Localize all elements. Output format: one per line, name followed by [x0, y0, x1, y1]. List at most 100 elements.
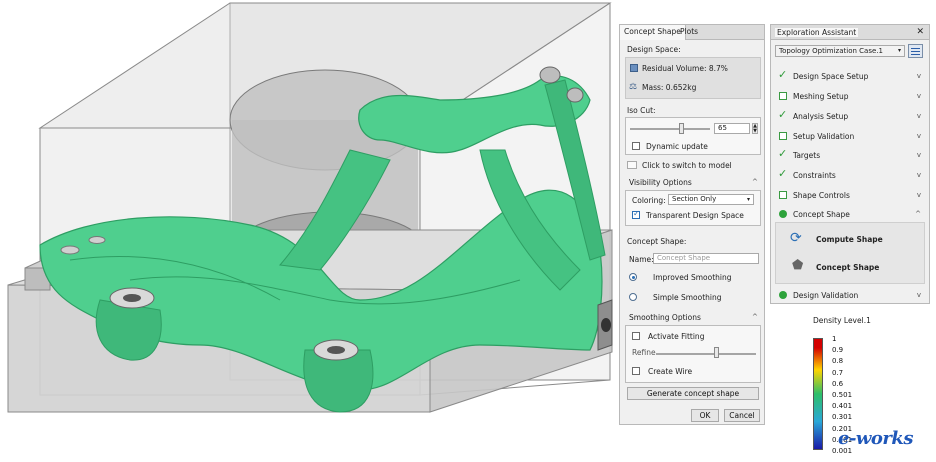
step-constraints[interactable]: ✓ Constraints v [775, 167, 925, 183]
model-viewport[interactable] [0, 0, 616, 462]
step-label: Design Validation [793, 291, 859, 300]
smoothing-options-group: Activate Fitting Refine Create Wire [625, 325, 761, 383]
generate-concept-shape-button[interactable]: Generate concept shape [627, 387, 759, 400]
chevron-down-icon[interactable]: v [917, 92, 921, 100]
coloring-value: Section Only [672, 195, 717, 203]
iso-cut-track [630, 128, 710, 130]
improved-smoothing-label: Improved Smoothing [653, 273, 732, 282]
simple-smoothing-radio[interactable] [629, 293, 637, 301]
chevron-up-icon[interactable]: ^ [752, 313, 758, 321]
dynamic-update-checkbox[interactable] [632, 142, 640, 150]
step-shape-controls[interactable]: Shape Controls v [775, 187, 925, 203]
activate-fitting-label: Activate Fitting [648, 332, 705, 341]
residual-volume: Residual Volume: 8.7% [642, 64, 728, 73]
check-icon: ✓ [778, 68, 788, 81]
step-label: Setup Validation [793, 132, 855, 141]
chevron-down-icon[interactable]: v [917, 72, 921, 80]
name-label: Name: [629, 255, 654, 264]
visibility-options-header[interactable]: Visibility Options [629, 178, 692, 187]
step-concept-shape[interactable]: Concept Shape ^ [775, 206, 925, 222]
case-select-value: Topology Optimization Case.1 [779, 47, 883, 55]
coloring-select[interactable]: Section Only ▾ [668, 194, 754, 205]
legend-tick: 0.8 [832, 357, 844, 366]
improved-smoothing-radio[interactable] [629, 273, 637, 281]
list-view-icon[interactable] [908, 44, 923, 58]
mass-value: Mass: 0.652kg [642, 83, 697, 92]
shape-icon: ⬟ [792, 258, 804, 273]
legend-tick: 0.501 [832, 391, 853, 399]
iso-cut-spinner[interactable]: ▲ ▼ [752, 123, 758, 134]
transparent-design-space-label: Transparent Design Space [646, 211, 744, 220]
empty-square-icon [779, 191, 787, 199]
chevron-down-icon[interactable]: v [917, 291, 921, 299]
create-wire-checkbox[interactable] [632, 367, 640, 375]
case-select[interactable]: Topology Optimization Case.1 ▾ [775, 45, 905, 57]
chevron-down-icon: ▾ [897, 47, 901, 54]
volume-icon [630, 64, 638, 72]
iso-cut-slider[interactable] [679, 123, 685, 134]
create-wire-label: Create Wire [648, 367, 693, 376]
legend-tick: 1 [832, 335, 837, 343]
active-dot-icon [779, 210, 787, 218]
simple-smoothing-label: Simple Smoothing [653, 293, 722, 302]
step-label: Constraints [793, 171, 836, 180]
refine-track [656, 353, 756, 355]
concept-shape-action[interactable]: ⬟ Concept Shape [782, 256, 932, 278]
check-icon: ✓ [778, 167, 788, 180]
compute-shape-action[interactable]: ⟳ Compute Shape [782, 228, 932, 250]
active-dot-icon [779, 291, 787, 299]
panel-tabbar: Concept Shape Plots [620, 25, 764, 40]
cancel-button[interactable]: Cancel [724, 409, 760, 422]
activate-fitting-checkbox[interactable] [632, 332, 640, 340]
step-design-space-setup[interactable]: ✓ Design Space Setup v [775, 68, 925, 84]
step-analysis-setup[interactable]: ✓ Analysis Setup v [775, 108, 925, 124]
concept-shape-panel: Concept Shape Plots Design Space: Residu… [619, 24, 765, 425]
assistant-title: Exploration Assistant [775, 28, 859, 37]
step-setup-validation[interactable]: Setup Validation v [775, 128, 925, 144]
chevron-down-icon[interactable]: v [917, 132, 921, 140]
concept-shape-actions: ⟳ Compute Shape ⬟ Concept Shape [775, 222, 925, 284]
chevron-down-icon[interactable]: v [917, 191, 921, 199]
design-space-label: Design Space: [627, 45, 681, 54]
switch-model-toggle[interactable] [627, 161, 637, 169]
step-meshing-setup[interactable]: Meshing Setup v [775, 88, 925, 104]
legend-tick: 0.7 [832, 368, 844, 377]
switch-model-label[interactable]: Click to switch to model [642, 161, 732, 170]
tab-plots[interactable]: Plots [676, 25, 702, 40]
check-icon: ✓ [778, 147, 788, 160]
name-input[interactable]: Concept Shape [653, 253, 759, 264]
chevron-down-icon[interactable]: v [917, 112, 921, 120]
step-label: Analysis Setup [793, 112, 849, 121]
iso-cut-label: Iso Cut: [627, 106, 656, 115]
ok-button[interactable]: OK [691, 409, 719, 422]
smoothing-options-header[interactable]: Smoothing Options [629, 313, 701, 322]
legend-colorbar [813, 338, 823, 450]
dynamic-update-label: Dynamic update [646, 142, 708, 151]
chevron-down-icon[interactable]: v [917, 171, 921, 179]
step-label: Design Space Setup [793, 72, 869, 81]
visibility-group: Coloring: Section Only ▾ Transparent Des… [625, 190, 761, 226]
step-label: Shape Controls [793, 191, 850, 200]
compute-shape-icon: ⟳ [790, 230, 802, 246]
concept-shape-label: Concept Shape: [627, 237, 687, 246]
coloring-label: Coloring: [632, 196, 666, 205]
close-icon[interactable]: ✕ [916, 27, 924, 37]
legend-tick: 0.301 [832, 413, 853, 422]
empty-square-icon [779, 92, 787, 100]
exploration-assistant-panel: Exploration Assistant ✕ Topology Optimiz… [770, 24, 930, 304]
assistant-header: Exploration Assistant ✕ [771, 25, 929, 40]
iso-cut-input[interactable]: 65 [714, 123, 750, 134]
step-targets[interactable]: ✓ Targets v [775, 147, 925, 163]
design-space-stats: Residual Volume: 8.7% ⚖ Mass: 0.652kg [625, 57, 761, 99]
empty-square-icon [779, 132, 787, 140]
refine-slider[interactable] [713, 347, 719, 358]
legend-tick: 0.9 [832, 346, 844, 355]
step-design-validation[interactable]: Design Validation v [775, 287, 925, 303]
chevron-up-icon[interactable]: ^ [915, 210, 921, 218]
chevron-up-icon[interactable]: ^ [752, 178, 758, 186]
transparent-design-space-checkbox[interactable] [632, 209, 640, 219]
iso-cut-group: 65 ▲ ▼ Dynamic update [625, 117, 761, 155]
refine-label: Refine [632, 348, 656, 357]
legend-tick: 0.6 [832, 379, 844, 388]
chevron-down-icon[interactable]: v [917, 151, 921, 159]
